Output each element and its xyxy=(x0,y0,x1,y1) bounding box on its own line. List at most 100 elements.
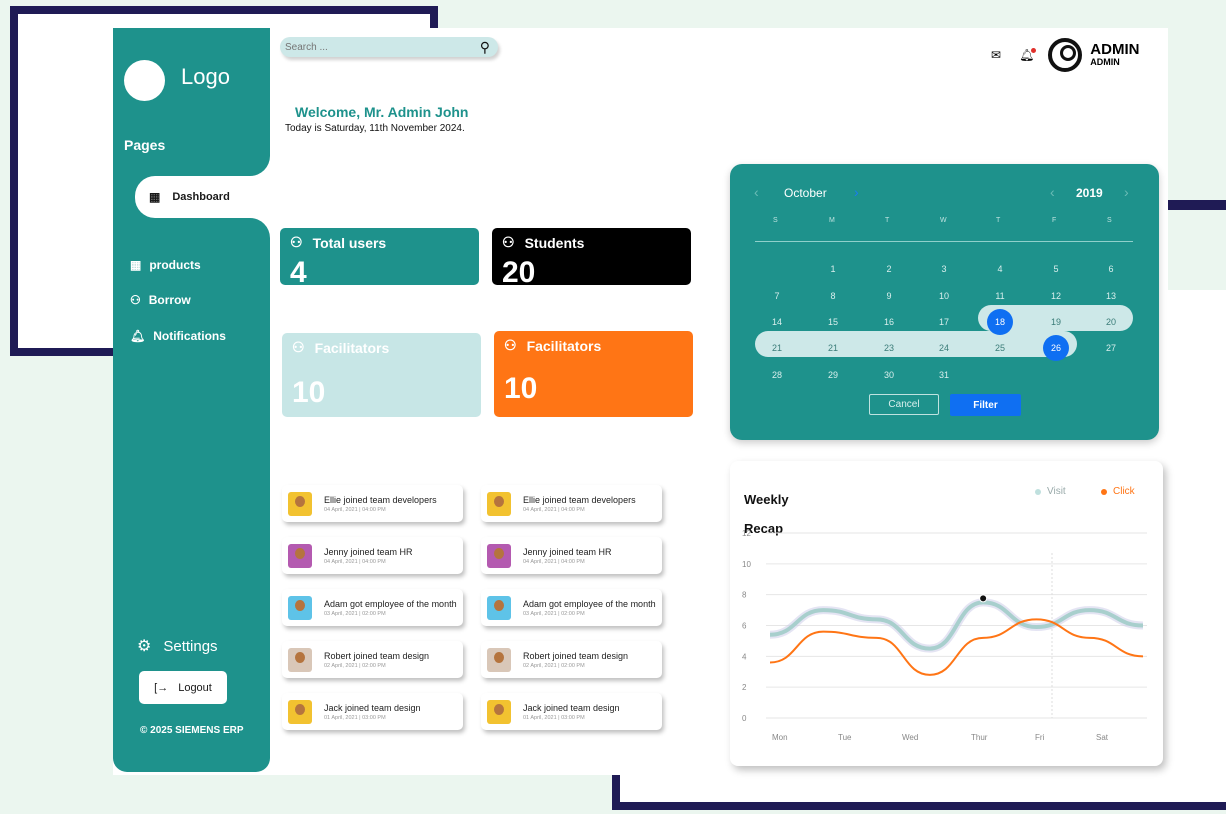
settings-link[interactable]: ⚙ Settings xyxy=(137,636,218,656)
copyright-text: © 2025 SIEMENS ERP xyxy=(140,725,244,736)
stat-card-total-users[interactable]: ⚇ Total users 4 xyxy=(280,228,479,289)
avatar xyxy=(288,647,312,672)
notification-dot xyxy=(1031,48,1037,53)
bell-icon[interactable]: 🔔︎ xyxy=(1019,48,1037,62)
x-tick-label: Fri xyxy=(1035,733,1045,742)
activity-item[interactable]: Ellie joined team developers 04 April, 20… xyxy=(481,485,662,522)
avatar xyxy=(487,595,511,620)
calendar-day[interactable]: 18 xyxy=(986,317,1014,327)
activity-item[interactable]: Jack joined team design 01 April, 2021 | … xyxy=(481,693,662,730)
activity-item[interactable]: Robert joined team design 02 April, 2021 … xyxy=(481,641,662,678)
avatar xyxy=(288,543,312,568)
calendar-day[interactable]: 26 xyxy=(1042,343,1070,353)
activity-date: 02 April, 2021 | 02:00 PM xyxy=(523,662,585,669)
logout-button[interactable]: [→ Logout xyxy=(139,671,227,704)
y-tick-label: 4 xyxy=(742,652,747,661)
calendar-day[interactable]: 20 xyxy=(1097,317,1125,327)
filter-button[interactable]: Filter xyxy=(950,394,1021,416)
calendar-year[interactable]: 2019 xyxy=(1076,186,1103,200)
calendar-day[interactable]: 28 xyxy=(763,370,791,380)
calendar-day[interactable]: 19 xyxy=(1042,317,1070,327)
calendar-day[interactable]: 11 xyxy=(986,291,1014,301)
calendar-day[interactable]: 12 xyxy=(1042,291,1070,301)
sidebar: Logo Pages ▦ Dashboard ▦ products ⚇ Borr… xyxy=(113,28,270,772)
mail-icon[interactable]: ✉ xyxy=(991,48,1001,62)
calendar-day[interactable]: 27 xyxy=(1097,343,1125,353)
activity-item[interactable]: Robert joined team design 02 April, 2021 … xyxy=(282,641,463,678)
y-tick-label: 6 xyxy=(742,622,747,631)
calendar-day[interactable]: 25 xyxy=(986,343,1014,353)
calendar-day[interactable]: 17 xyxy=(930,317,958,327)
search-icon[interactable]: ⚲ xyxy=(480,39,490,56)
calendar-day[interactable]: 14 xyxy=(763,317,791,327)
logo-text: Logo xyxy=(181,64,230,89)
stat-card-facilitators[interactable]: ⚇ Facilitators 10 xyxy=(282,333,481,417)
calendar-day[interactable]: 9 xyxy=(875,291,903,301)
weekday-label: S xyxy=(1107,217,1112,224)
sidebar-item-dashboard[interactable]: ▦ Dashboard xyxy=(135,176,270,218)
search-input[interactable] xyxy=(285,41,480,53)
chevron-left-icon[interactable]: ‹ xyxy=(754,184,759,200)
weekday-label: S xyxy=(773,217,778,224)
card-value: 10 xyxy=(292,376,326,409)
calendar-day[interactable]: 2 xyxy=(875,264,903,274)
stat-card-facilitators-alt[interactable]: ⚇ Facilitators 10 xyxy=(494,331,693,417)
calendar-day[interactable]: 15 xyxy=(819,317,847,327)
calendar-day[interactable]: 21 xyxy=(819,343,847,353)
activity-item[interactable]: Jenny joined team HR 04 April, 2021 | 04:… xyxy=(481,537,662,574)
calendar-day[interactable]: 31 xyxy=(930,370,958,380)
sidebar-item-borrow[interactable]: ⚇ Borrow xyxy=(130,293,191,307)
settings-label: Settings xyxy=(163,637,218,655)
calendar-day[interactable]: 29 xyxy=(819,370,847,380)
chevron-right-icon[interactable]: › xyxy=(1124,184,1129,200)
app-window: Logo Pages ▦ Dashboard ▦ products ⚇ Borr… xyxy=(113,28,1168,775)
activity-item[interactable]: Adam got employee of the month 03 April, … xyxy=(282,589,463,626)
calendar-day[interactable]: 5 xyxy=(1042,264,1070,274)
calendar-day[interactable]: 1 xyxy=(819,264,847,274)
activity-title: Robert joined team design xyxy=(324,650,430,661)
pages-heading: Pages xyxy=(124,137,166,153)
chevron-right-icon[interactable]: › xyxy=(854,184,859,200)
activity-item[interactable]: Ellie joined team developers 04 April, 20… xyxy=(282,485,463,522)
x-tick-label: Sat xyxy=(1096,733,1109,742)
calendar-day[interactable]: 6 xyxy=(1097,264,1125,274)
chevron-left-icon[interactable]: ‹ xyxy=(1050,184,1055,200)
calendar-day[interactable]: 30 xyxy=(875,370,903,380)
nav-curve xyxy=(233,218,270,258)
card-label: Facilitators xyxy=(526,337,602,354)
y-tick-label: 0 xyxy=(742,714,747,723)
calendar-month[interactable]: October xyxy=(784,186,827,200)
stat-card-students[interactable]: ⚇ Students 20 xyxy=(492,228,691,289)
welcome-title: Welcome, Mr. Admin John xyxy=(295,104,469,120)
calendar-day[interactable]: 23 xyxy=(875,343,903,353)
calendar-day[interactable]: 21 xyxy=(763,343,791,353)
weekly-recap-card: Weekly Recap Visit Click 0 2 4 6 8 10 12 Mon Tue… xyxy=(730,461,1163,766)
calendar-day[interactable]: 8 xyxy=(819,291,847,301)
calendar-day[interactable]: 4 xyxy=(986,264,1014,274)
user-avatar-icon[interactable] xyxy=(1048,38,1083,72)
sidebar-item-notifications[interactable]: 🔔︎ Notifications xyxy=(130,329,226,343)
card-label: Facilitators xyxy=(314,339,390,356)
card-value: 4 xyxy=(290,256,307,289)
user-info[interactable]: ADMIN ADMIN xyxy=(1090,42,1139,67)
weekday-label: T xyxy=(885,217,890,224)
date-range-calendar: ‹ October › ‹ 2019 › Cancel Filter SMTWT… xyxy=(730,164,1159,440)
y-tick-label: 12 xyxy=(742,529,751,538)
calendar-day[interactable]: 10 xyxy=(930,291,958,301)
calendar-day[interactable]: 16 xyxy=(875,317,903,327)
calendar-day[interactable]: 13 xyxy=(1097,291,1125,301)
card-label: Total users xyxy=(312,234,387,251)
cancel-button[interactable]: Cancel xyxy=(869,394,939,415)
sidebar-item-products[interactable]: ▦ products xyxy=(130,258,201,272)
weekday-label: F xyxy=(1052,217,1057,224)
activity-item[interactable]: Jack joined team design 01 April, 2021 | … xyxy=(282,693,463,730)
calendar-day[interactable]: 3 xyxy=(930,264,958,274)
x-tick-label: Wed xyxy=(902,733,918,742)
calendar-day[interactable]: 24 xyxy=(930,343,958,353)
avatar xyxy=(487,699,511,724)
avatar xyxy=(288,595,312,620)
activity-item[interactable]: Jenny joined team HR 04 April, 2021 | 04:… xyxy=(282,537,463,574)
calendar-day[interactable]: 7 xyxy=(763,291,791,301)
data-point-marker xyxy=(979,594,988,603)
activity-item[interactable]: Adam got employee of the month 03 April, … xyxy=(481,589,662,626)
